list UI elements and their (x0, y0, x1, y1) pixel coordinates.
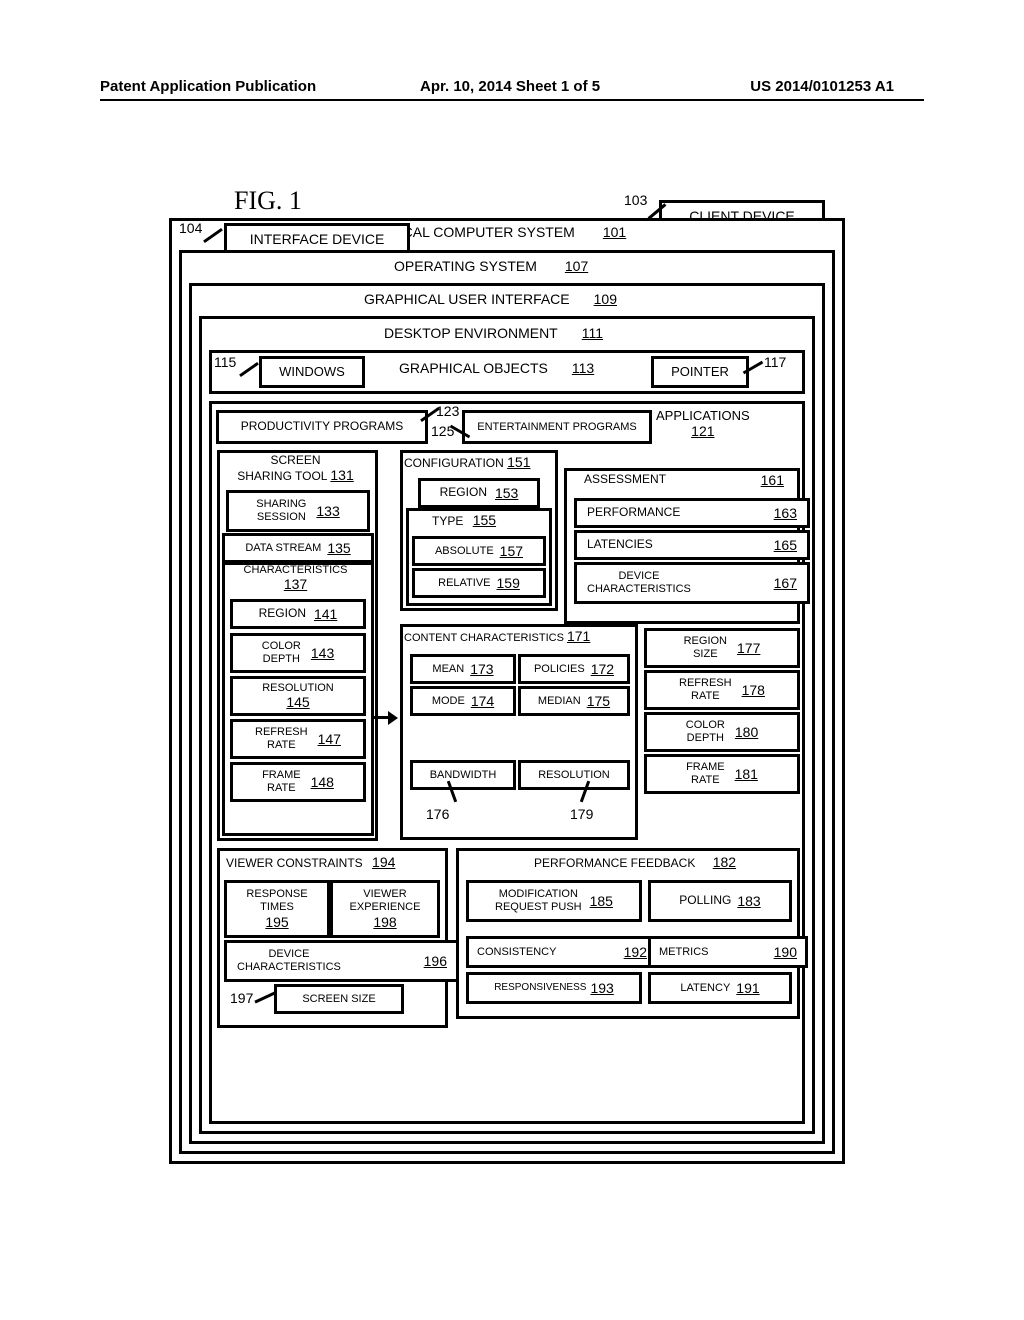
box-dch: DEVICE CHARACTERISTICS196 (224, 940, 460, 982)
box-ep: ENTERTAINMENT PROGRAMS (462, 410, 652, 444)
box-perf: PERFORMANCE163 (574, 498, 810, 528)
box-pp: PRODUCTIVITY PROGRAMS (216, 410, 428, 444)
box-ve: VIEWER EXPERIENCE198 (330, 880, 440, 938)
box-pointer: POINTER (651, 356, 749, 388)
box-cres: RESOLUTION (518, 760, 630, 790)
box-pol: POLICIES172 (518, 654, 630, 684)
ref-179: 179 (570, 806, 593, 822)
box-rr: REFRESH RATE147 (230, 719, 366, 759)
box-reg: REGION141 (230, 599, 366, 629)
ref-115: 115 (214, 354, 236, 370)
box-rrate: REFRESH RATE178 (644, 670, 800, 710)
box-ds: DATA STREAM135 (222, 533, 374, 563)
box-med: MEDIAN175 (518, 686, 630, 716)
ref-103: 103 (624, 192, 647, 208)
box-lat: LATENCIES165 (574, 530, 810, 560)
ref-176: 176 (426, 806, 449, 822)
box-ss: SHARING SESSION133 (226, 490, 370, 532)
box-creg: REGION153 (418, 478, 540, 508)
box-res: RESOLUTION145 (230, 676, 366, 716)
box-dc: DEVICE CHARACTERISTICS167 (574, 562, 810, 604)
header-left: Patent Application Publication (100, 78, 420, 95)
box-cons: CONSISTENCY192 (466, 936, 658, 968)
box-fr: FRAME RATE148 (230, 762, 366, 802)
header-right: US 2014/0101253 A1 (680, 78, 894, 95)
ref-123: 123 (436, 403, 459, 419)
ref-197: 197 (230, 990, 253, 1006)
box-met: METRICS190 (648, 936, 808, 968)
box-poll: POLLING183 (648, 880, 792, 922)
page: Patent Application Publication Apr. 10, … (0, 0, 1024, 1320)
box-laty: LATENCY191 (648, 972, 792, 1004)
box-cdp: COLOR DEPTH143 (230, 633, 366, 673)
box-ssz: SCREEN SIZE (274, 984, 404, 1014)
figure-1: FIG. 1 CLIENT DEVICE 103 NETWORK 102 SCR… (104, 158, 924, 1166)
box-bw: BANDWIDTH (410, 760, 516, 790)
box-rt: RESPONSE TIMES195 (224, 880, 330, 938)
ref-104: 104 (179, 220, 202, 236)
box-mode: MODE174 (410, 686, 516, 716)
ref-117: 117 (764, 354, 786, 370)
box-ccdp: COLOR DEPTH180 (644, 712, 800, 752)
header: Patent Application Publication Apr. 10, … (100, 78, 924, 101)
box-cfr: FRAME RATE181 (644, 754, 800, 794)
box-rel: RELATIVE159 (412, 568, 546, 598)
box-rs: REGION SIZE177 (644, 628, 800, 668)
box-abs: ABSOLUTE157 (412, 536, 546, 566)
header-mid: Apr. 10, 2014 Sheet 1 of 5 (420, 78, 680, 95)
figure-title: FIG. 1 (234, 186, 302, 216)
box-mean: MEAN173 (410, 654, 516, 684)
box-mrp: MODIFICATION REQUEST PUSH185 (466, 880, 642, 922)
box-resp: RESPONSIVENESS193 (466, 972, 642, 1004)
box-windows: WINDOWS (259, 356, 365, 388)
